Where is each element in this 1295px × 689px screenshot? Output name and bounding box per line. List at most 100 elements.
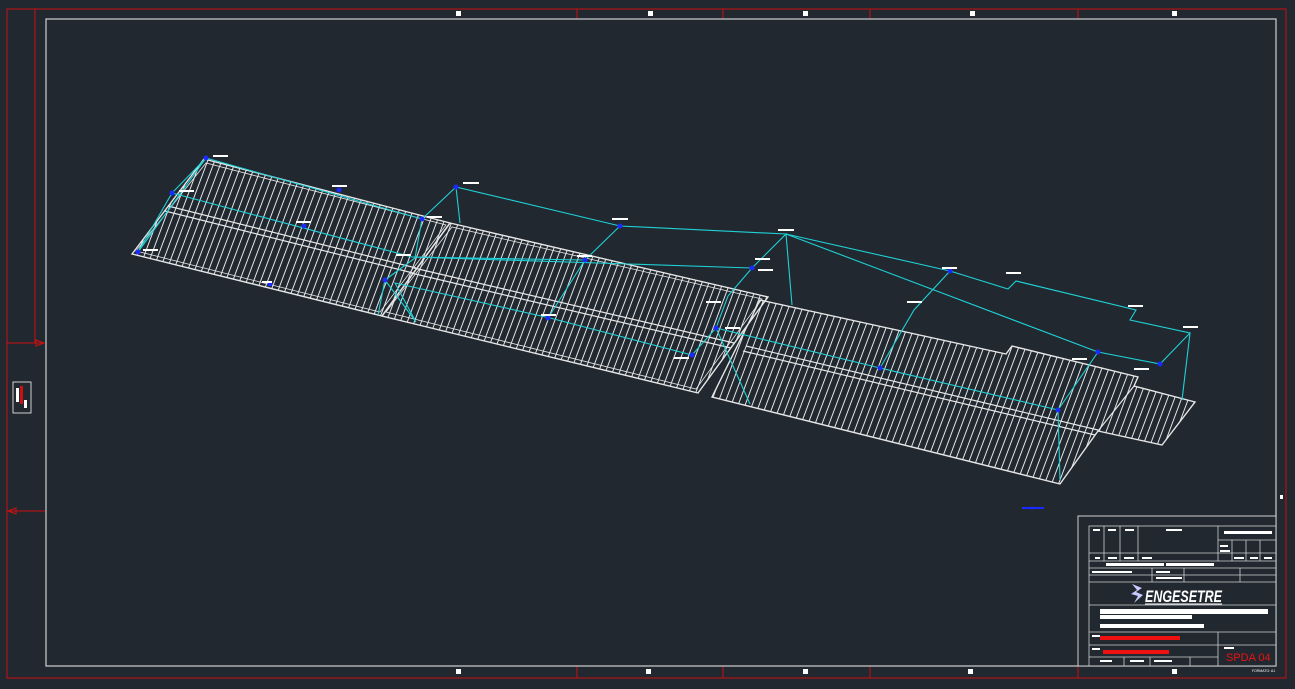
roof-hatch-line bbox=[729, 300, 881, 484]
roof-hatch-line bbox=[974, 300, 1126, 484]
roof-hatch-line bbox=[1184, 300, 1195, 484]
roof-hatch-line bbox=[1093, 300, 1195, 484]
roof-hatch-line bbox=[132, 159, 168, 316]
roof-hatch-line bbox=[738, 223, 768, 393]
roof-hatch-line bbox=[577, 223, 729, 393]
roof-hatch-line bbox=[771, 300, 923, 484]
roof-hatch-line bbox=[605, 223, 757, 393]
roof-hatch-line bbox=[331, 159, 450, 316]
roof-hatch-line bbox=[500, 223, 652, 393]
roof-hatch-line bbox=[422, 159, 450, 316]
roof-hatch-line bbox=[668, 223, 768, 393]
roof-hatch-line bbox=[132, 159, 182, 316]
roof-hatch-line bbox=[493, 223, 645, 393]
roof-hatch-line bbox=[415, 159, 450, 316]
roof-hatch-line bbox=[549, 223, 701, 393]
roof-hatch-line bbox=[712, 300, 818, 484]
roof-hatch-line bbox=[382, 223, 463, 393]
roof-hatch-line bbox=[953, 300, 1105, 484]
roof-hatch-line bbox=[981, 300, 1133, 484]
roof-hatch-line bbox=[132, 159, 161, 316]
roof-hatch-line bbox=[799, 300, 951, 484]
roof-hatch-line bbox=[960, 300, 1112, 484]
roof-hatch-line bbox=[132, 159, 196, 316]
roof-hatch-line bbox=[275, 159, 427, 316]
roof-hatch-line bbox=[717, 223, 768, 393]
roof-hatch-line bbox=[598, 223, 750, 393]
roof-hatch-line bbox=[451, 223, 603, 393]
roof-hatch-line bbox=[359, 159, 450, 316]
roof-hatch-line bbox=[1114, 300, 1195, 484]
roof-hatch-line bbox=[820, 300, 972, 484]
roof-hatch-line bbox=[479, 223, 631, 393]
roof-hatch-line bbox=[712, 300, 797, 484]
roof-hatch-line bbox=[1121, 300, 1195, 484]
roof-hatch-line bbox=[382, 223, 498, 393]
roof-hatch-line bbox=[382, 223, 449, 393]
roof-hatch-line bbox=[458, 120, 608, 520]
roof-hatch-line bbox=[712, 300, 846, 484]
roof-hatch-line bbox=[731, 223, 768, 393]
roof-hatch-line bbox=[388, 223, 540, 393]
roof-hatch-line bbox=[382, 223, 435, 393]
roof-hatch-line bbox=[1023, 300, 1175, 484]
roof-hatch-line bbox=[785, 300, 937, 484]
cad-drawing: ENGESETRE SPDA 04 FORMATO: A1 bbox=[6, 8, 1287, 679]
roof-hatch-line bbox=[132, 159, 259, 316]
roof-hatch-line bbox=[458, 223, 610, 393]
roof-hatch-line bbox=[1100, 300, 1195, 484]
roof-section-b bbox=[380, 222, 770, 394]
roof-hatch-line bbox=[402, 223, 554, 393]
roof-hatch-line bbox=[132, 159, 189, 316]
roof-hatch-line bbox=[563, 223, 715, 393]
roof-hatch-line bbox=[382, 223, 533, 393]
roof-hatch-line bbox=[764, 300, 916, 484]
roof-hatch-line bbox=[703, 223, 768, 393]
roof-hatch-line bbox=[132, 159, 245, 316]
roof-hatch-line bbox=[1030, 300, 1182, 484]
roof-hatch-line bbox=[712, 300, 860, 484]
roof-hatch-line bbox=[626, 223, 768, 393]
roof-hatch-line bbox=[382, 223, 519, 393]
roof-hatch-line bbox=[682, 223, 768, 393]
roof-hatch-line bbox=[1072, 300, 1195, 484]
roof-hatch-line bbox=[584, 223, 736, 393]
roof-hatch-line bbox=[380, 159, 450, 316]
roof-hatch-line bbox=[352, 159, 450, 316]
company-logo-text: ENGESETRE bbox=[1145, 587, 1222, 606]
roof-hatch-line bbox=[570, 223, 722, 393]
roof-hatch-line bbox=[296, 159, 448, 316]
roof-hatch-line bbox=[1128, 300, 1195, 484]
roof-hatch-line bbox=[528, 223, 680, 393]
roof-hatch-line bbox=[712, 300, 811, 484]
roof-hatch-line bbox=[1177, 300, 1195, 484]
roof-hatch-line bbox=[712, 300, 853, 484]
roof-hatch-line bbox=[521, 223, 673, 393]
roof-hatch-line bbox=[132, 159, 238, 316]
roof-hatch-line bbox=[1142, 300, 1195, 484]
roof-hatch-line bbox=[1016, 300, 1168, 484]
roof-hatch-line bbox=[712, 300, 839, 484]
roof-hatch-line bbox=[416, 223, 568, 393]
roof-hatch-line bbox=[640, 223, 768, 393]
roof-hatch-line bbox=[401, 159, 450, 316]
roof-hatch-line bbox=[132, 159, 224, 316]
roof-hatch-line bbox=[443, 159, 450, 316]
roof-hatch-line bbox=[715, 300, 867, 484]
roof-hatch-line bbox=[967, 300, 1119, 484]
roof-hatch-line bbox=[1058, 300, 1195, 484]
orientation-marker-icon bbox=[12, 381, 32, 414]
roof-hatch-line bbox=[647, 223, 768, 393]
roof-hatch-line bbox=[806, 300, 958, 484]
roof-hatch-line bbox=[1079, 300, 1195, 484]
roof-hatch-line bbox=[149, 159, 301, 316]
roof-hatch-line bbox=[282, 159, 434, 316]
roof-hatch-line bbox=[486, 223, 638, 393]
scale-note bbox=[1022, 507, 1044, 509]
roof-hatch-line bbox=[988, 300, 1140, 484]
roof-hatch-line bbox=[303, 159, 450, 316]
roof-hatch-line bbox=[750, 300, 902, 484]
engesetre-logo-icon: ENGESETRE bbox=[1131, 584, 1222, 606]
roof-hatch-line bbox=[465, 120, 615, 520]
roof-hatch-line bbox=[317, 159, 450, 316]
